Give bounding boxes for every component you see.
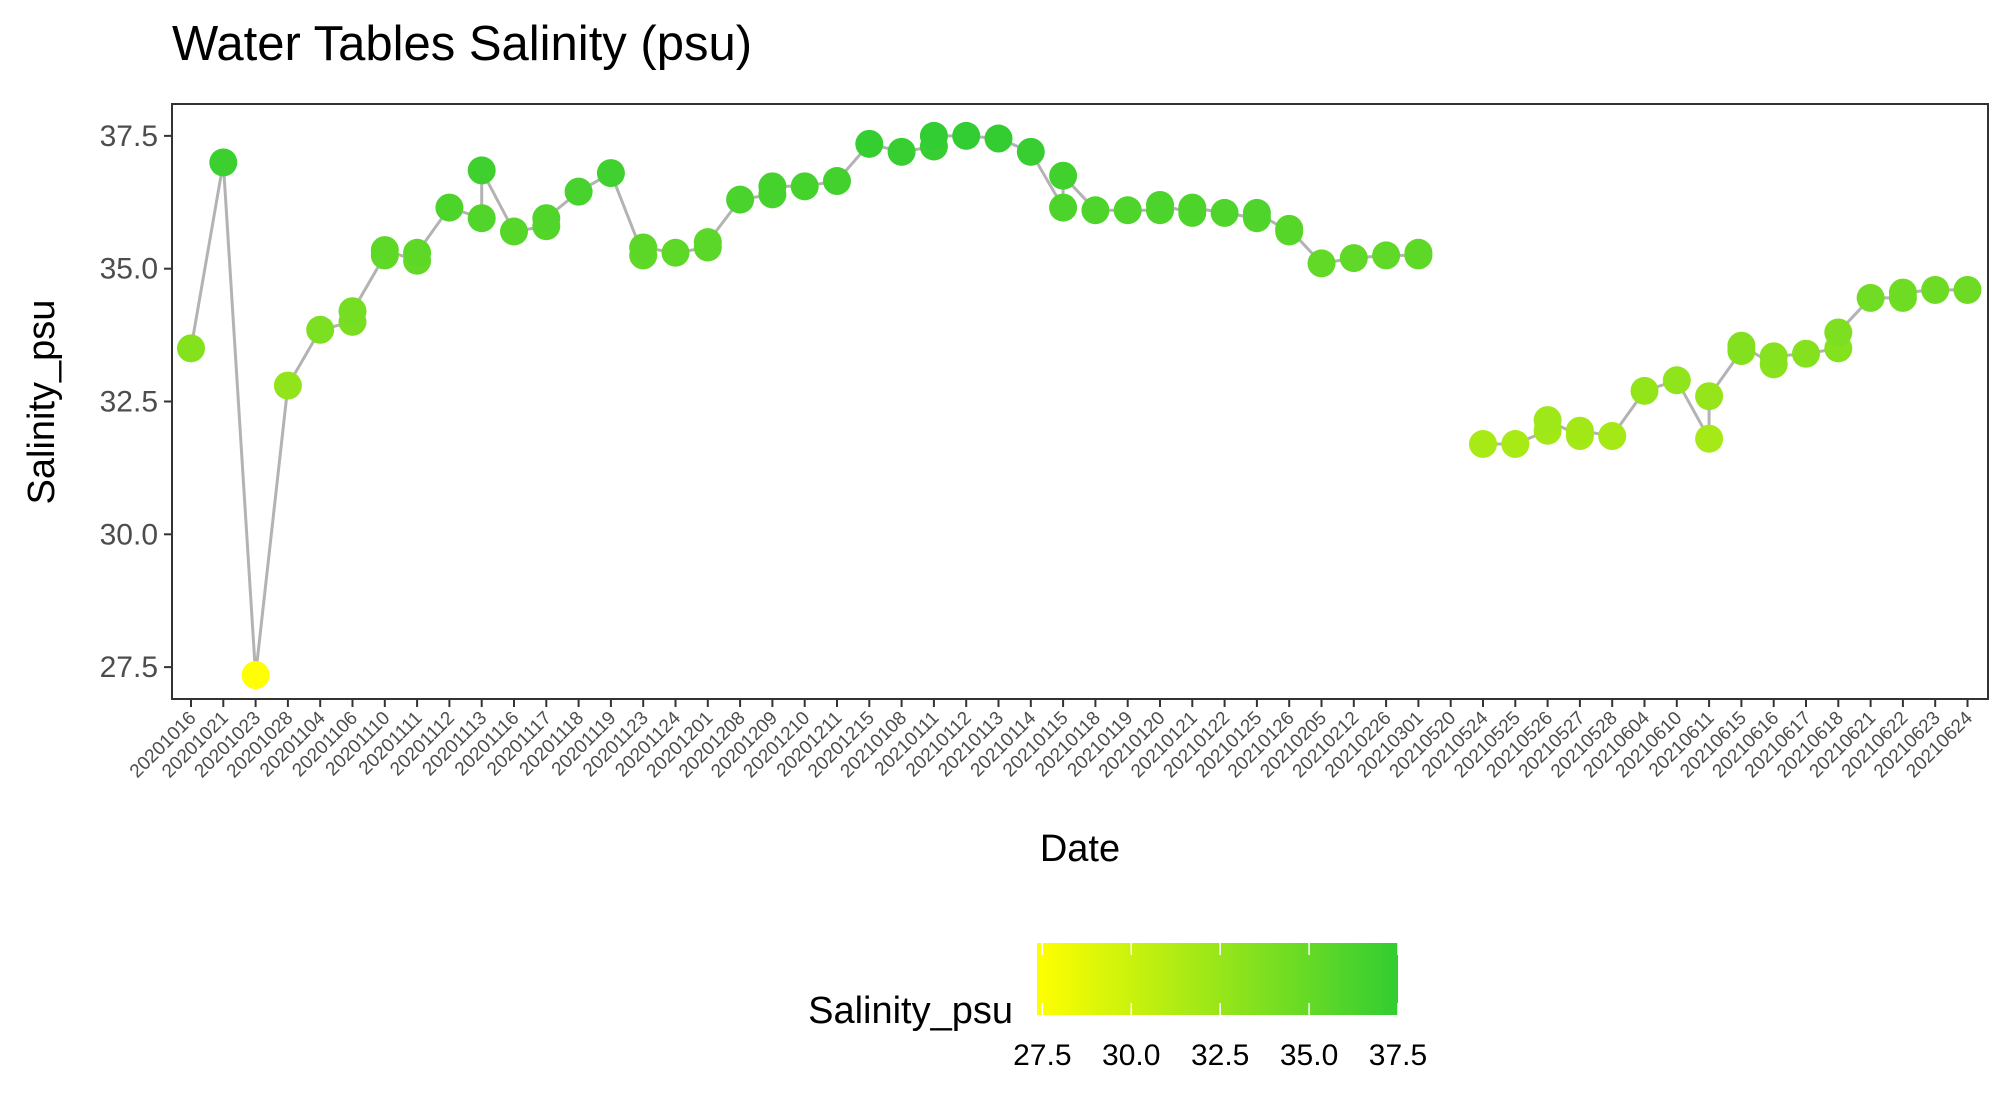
data-point <box>1888 278 1917 307</box>
y-tick-label: 35.0 <box>100 253 158 286</box>
data-point <box>273 371 302 400</box>
y-tick-label: 37.5 <box>100 120 158 153</box>
data-point <box>1469 430 1497 458</box>
data-point <box>1695 382 1724 411</box>
legend-tick-label: 27.5 <box>1013 1039 1071 1072</box>
data-point <box>596 159 625 188</box>
data-point <box>1501 430 1530 458</box>
y-axis: 27.5 30.0 32.5 35.0 37.5 <box>100 120 172 684</box>
y-tick-label: 30.0 <box>100 518 158 551</box>
legend-tick-label: 35.0 <box>1280 1039 1338 1072</box>
legend-tick-label: 32.5 <box>1191 1039 1249 1072</box>
salinity-chart: Water Tables Salinity (psu) 27.5 30.0 32.5… <box>21 17 1989 1072</box>
data-point <box>1565 416 1594 445</box>
chart-title: Water Tables Salinity (psu) <box>172 17 752 71</box>
data-point <box>1242 198 1271 227</box>
data-point <box>629 233 658 262</box>
data-point <box>1307 249 1336 278</box>
data-point <box>1662 366 1691 395</box>
data-point <box>1953 275 1982 304</box>
data-point <box>1049 193 1078 222</box>
data-points <box>177 121 1982 690</box>
data-point <box>1598 422 1627 451</box>
data-point <box>1759 342 1788 371</box>
data-point <box>1178 193 1207 222</box>
data-point <box>435 193 464 222</box>
data-point <box>661 238 690 267</box>
data-point <box>1113 196 1142 225</box>
data-point <box>177 334 205 363</box>
data-point <box>467 156 496 185</box>
data-point <box>1824 318 1853 347</box>
color-legend: Salinity_psu 27.5 30.0 32.5 35.0 37.5 <box>808 943 1427 1072</box>
data-point <box>952 121 981 150</box>
legend-tick-label: 30.0 <box>1102 1039 1160 1072</box>
data-point <box>758 172 787 201</box>
data-point <box>467 204 496 233</box>
data-point <box>1695 424 1724 453</box>
data-point <box>1921 275 1950 304</box>
data-point <box>1275 214 1304 243</box>
y-axis-title: Salinity_psu <box>21 300 63 505</box>
data-point <box>1727 331 1756 360</box>
data-point <box>500 217 528 246</box>
data-point <box>984 124 1013 153</box>
data-point <box>1792 339 1820 368</box>
data-point <box>1856 283 1885 312</box>
x-axis-title: Date <box>1040 828 1120 870</box>
data-point <box>855 129 884 158</box>
data-point <box>403 238 432 267</box>
data-point <box>370 236 399 265</box>
legend-colorbar <box>1037 943 1398 1015</box>
data-point <box>1016 137 1045 166</box>
x-axis: 2020101620201021202010232020102820201104… <box>126 699 1977 782</box>
data-point <box>1081 196 1110 225</box>
data-point <box>1372 241 1401 270</box>
data-point <box>1533 406 1562 435</box>
legend-tick-label: 37.5 <box>1369 1039 1427 1072</box>
data-point <box>693 228 722 257</box>
data-point <box>338 297 367 326</box>
data-point <box>1210 198 1239 227</box>
data-point <box>1404 238 1433 267</box>
data-point <box>823 167 851 196</box>
data-point <box>1049 161 1078 190</box>
data-point <box>726 185 755 214</box>
data-point <box>306 315 335 344</box>
data-point <box>532 204 561 233</box>
data-point <box>1146 190 1174 219</box>
data-point <box>887 137 916 166</box>
data-point <box>790 172 819 201</box>
data-point <box>209 148 238 177</box>
data-point <box>919 121 948 150</box>
legend-title: Salinity_psu <box>808 990 1013 1032</box>
data-point <box>241 661 270 690</box>
y-tick-label: 32.5 <box>100 386 158 419</box>
data-point <box>1339 244 1368 273</box>
y-tick-label: 27.5 <box>100 651 158 684</box>
data-point <box>564 177 593 206</box>
data-point <box>1630 376 1659 405</box>
